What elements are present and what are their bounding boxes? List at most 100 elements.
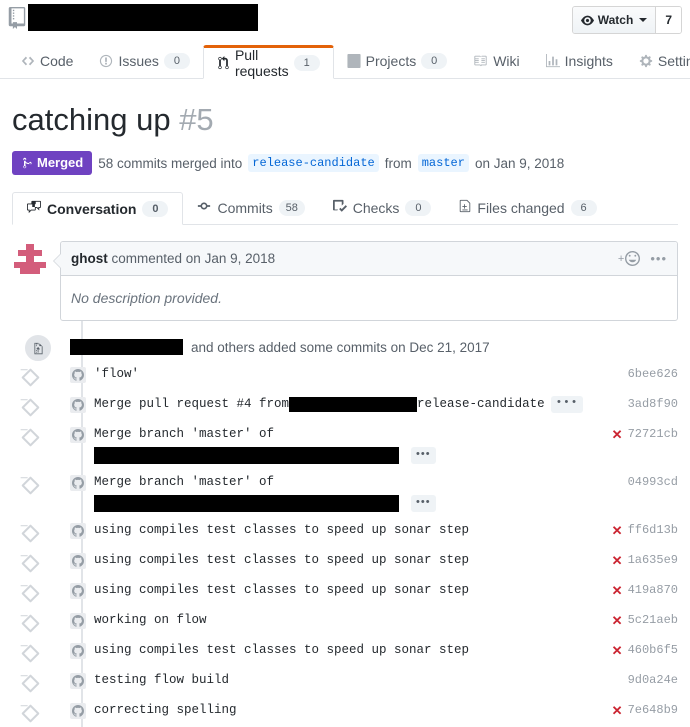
expand-commit-message-button[interactable]: •••	[550, 396, 584, 414]
commit-dot-icon	[21, 398, 40, 417]
commit-main: Merge pull request #4 from release-candi…	[94, 396, 618, 414]
watch-group[interactable]: Watch 7	[571, 6, 682, 34]
commit-row[interactable]: using compiles test classes to speed up …	[12, 637, 678, 667]
watch-button[interactable]: Watch	[572, 7, 657, 33]
avatar[interactable]	[12, 241, 48, 278]
commit-main: correcting spelling	[94, 702, 602, 719]
tab-checks[interactable]: Checks 0	[319, 191, 446, 224]
commit-sha[interactable]: 9d0a24e	[628, 673, 678, 687]
x-icon[interactable]: ✕	[612, 644, 623, 657]
commit-message: testing flow build	[94, 673, 230, 688]
commit-sha[interactable]: 3ad8f90	[628, 397, 678, 411]
commit-main: using compiles test classes to speed up …	[94, 552, 602, 569]
avatar	[70, 367, 86, 384]
tab-files-changed[interactable]: Files changed 6	[445, 191, 610, 224]
tab-checks-label: Checks	[352, 199, 400, 216]
smiley-plus-icon[interactable]: +	[618, 251, 641, 267]
tab-checks-count: 0	[405, 199, 432, 216]
comment-action-text: commented on Jan 9, 2018	[111, 251, 276, 267]
commit-sha[interactable]: 72721cb	[628, 427, 678, 441]
repo-tab-issues-count: 0	[163, 53, 190, 69]
commit-dot-icon	[21, 584, 40, 603]
repo-tab-settings[interactable]: Settings	[626, 44, 690, 78]
commit-main: using compiles test classes to speed up …	[94, 642, 602, 659]
project-icon	[347, 54, 361, 68]
x-icon[interactable]: ✕	[612, 554, 623, 567]
avatar	[70, 613, 86, 630]
repo-tab-projects[interactable]: Projects 0	[334, 44, 461, 78]
tab-commits[interactable]: Commits 58	[183, 191, 318, 224]
x-icon[interactable]: ✕	[612, 524, 623, 537]
x-icon[interactable]: ✕	[612, 428, 623, 441]
commit-row[interactable]: testing flow build 9d0a24e	[12, 667, 678, 697]
comment-item: ghost commented on Jan 9, 2018 + ••• No …	[12, 241, 678, 322]
kebab-horizontal-icon[interactable]: •••	[650, 252, 667, 265]
commit-row[interactable]: Merge branch 'master' of ••• ✕ 72721cb	[12, 421, 678, 469]
commit-status: ✕ 5c21aeb	[612, 612, 678, 627]
tab-commits-count: 58	[278, 199, 305, 216]
avatar	[70, 553, 86, 570]
avatar	[70, 523, 86, 540]
commits-group-header: and others added some commits on Dec 21,…	[12, 333, 678, 364]
repo-tab-projects-label: Projects	[365, 53, 417, 69]
code-icon	[21, 54, 35, 68]
repo-tab-issues[interactable]: Issues 0	[86, 44, 202, 78]
comment-header-actions: + •••	[618, 251, 667, 267]
commit-row[interactable]: 'flow' 6bee626	[12, 361, 678, 391]
base-branch-label[interactable]: release-candidate	[248, 154, 379, 173]
commit-sha[interactable]: 04993cd	[628, 475, 678, 489]
commit-message: working on flow	[94, 613, 207, 628]
repo-tab-pull-requests[interactable]: Pull requests 1	[202, 45, 334, 79]
x-icon[interactable]: ✕	[612, 704, 623, 717]
commit-status: ✕ 460b6f5	[612, 642, 678, 657]
repo-tab-insights-label: Insights	[564, 53, 613, 69]
tab-conversation[interactable]: Conversation 0	[12, 192, 184, 226]
repo-tab-code[interactable]: Code	[8, 44, 86, 78]
expand-commit-message-button[interactable]: •••	[411, 447, 436, 465]
head-branch-label[interactable]: master	[417, 154, 469, 173]
commit-dot-icon	[21, 704, 40, 723]
commit-sha[interactable]: 5c21aeb	[628, 613, 678, 627]
commit-sha[interactable]: ff6d13b	[628, 523, 678, 537]
commit-message: Merge branch 'master' of	[94, 475, 275, 490]
commit-sha[interactable]: 419a870	[628, 583, 678, 597]
commit-status: 6bee626	[628, 366, 678, 381]
commit-row[interactable]: using compiles test classes to speed up …	[12, 517, 678, 547]
commit-status: ✕ 7e648b9	[612, 702, 678, 717]
commit-message: 'flow'	[94, 367, 140, 382]
commit-row[interactable]: Merge pull request #4 from release-candi…	[12, 391, 678, 421]
commit-row[interactable]: using compiles test classes to speed up …	[12, 577, 678, 607]
commit-sha[interactable]: 7e648b9	[628, 703, 678, 717]
watch-count[interactable]: 7	[656, 7, 681, 33]
commit-author-redacted	[70, 339, 183, 356]
commit-message: using compiles test classes to speed up …	[94, 643, 470, 658]
comment-body: No description provided.	[71, 290, 222, 307]
repo-tab-insights[interactable]: Insights	[533, 44, 626, 78]
repo-tab-wiki[interactable]: Wiki	[460, 44, 532, 78]
x-icon[interactable]: ✕	[612, 614, 623, 627]
commit-body-redacted	[94, 495, 399, 513]
comment-box: ghost commented on Jan 9, 2018 + ••• No …	[53, 241, 678, 322]
commit-row[interactable]: using compiles test classes to speed up …	[12, 547, 678, 577]
commit-main: using compiles test classes to speed up …	[94, 582, 602, 599]
commit-sha[interactable]: 460b6f5	[628, 643, 678, 657]
tab-conversation-count: 0	[142, 200, 169, 217]
git-merge-icon	[23, 157, 32, 169]
chevron-down-icon	[639, 18, 648, 22]
commit-status: ✕ 419a870	[612, 582, 678, 597]
expand-commit-message-button[interactable]: •••	[411, 495, 436, 513]
discussion-timeline: ghost commented on Jan 9, 2018 + ••• No …	[0, 225, 690, 727]
commit-status: 04993cd	[628, 474, 678, 489]
commit-sha[interactable]: 6bee626	[628, 367, 678, 381]
commit-message-second-line: •••	[94, 447, 602, 465]
commit-main: testing flow build	[94, 672, 618, 689]
commit-sha[interactable]: 1a635e9	[628, 553, 678, 567]
repo-tab-code-label: Code	[40, 53, 74, 69]
x-icon[interactable]: ✕	[612, 584, 623, 597]
commit-row[interactable]: Merge branch 'master' of ••• 04993cd	[12, 469, 678, 517]
commit-row[interactable]: working on flow ✕ 5c21aeb	[12, 607, 678, 637]
comment-author[interactable]: ghost	[71, 251, 108, 266]
graph-icon	[545, 54, 560, 68]
file-diff-icon	[459, 199, 471, 216]
commit-row[interactable]: correcting spelling ✕ 7e648b9	[12, 697, 678, 727]
